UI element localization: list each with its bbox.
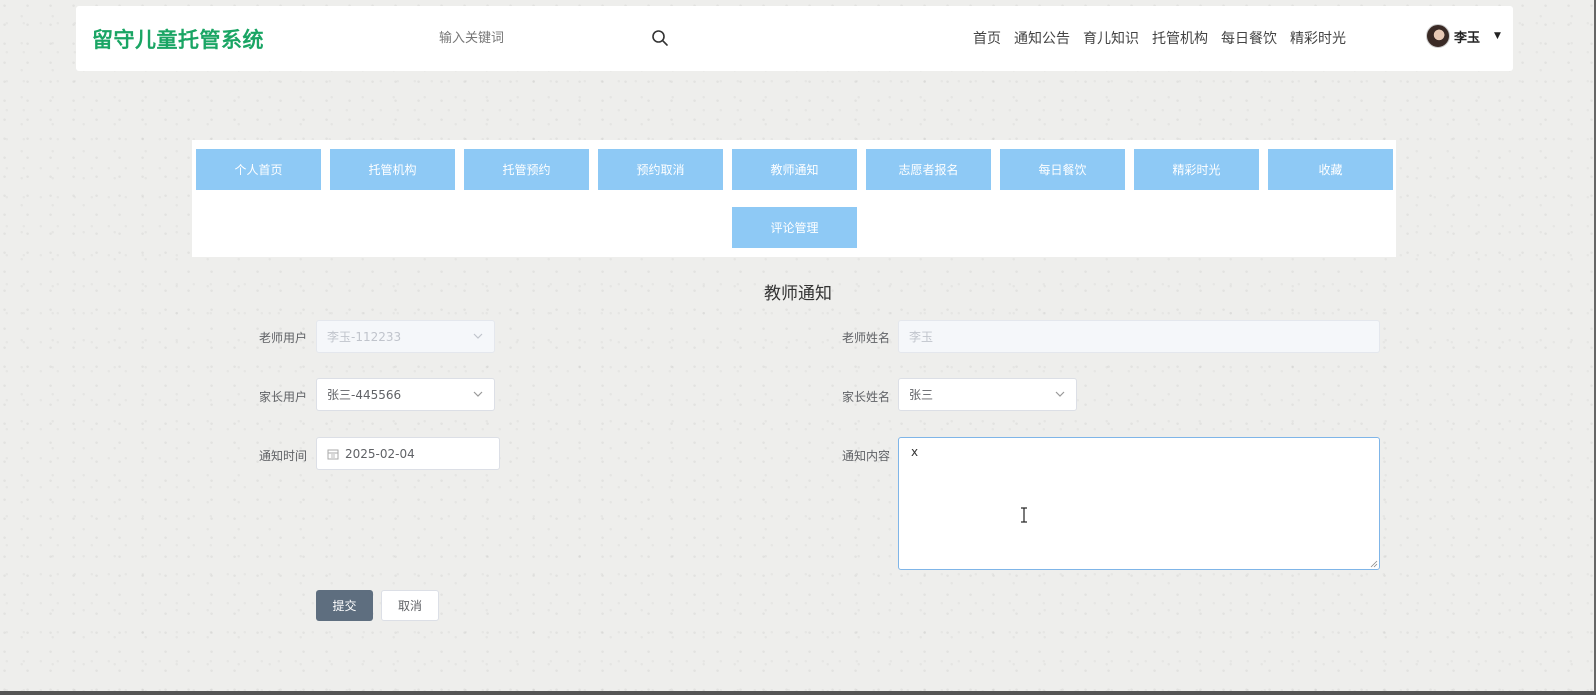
menu-childcare-institutions[interactable]: 托管机构 bbox=[330, 149, 455, 190]
user-menu[interactable]: 李玉 ▼ bbox=[1426, 24, 1501, 48]
text-cursor-icon bbox=[1021, 507, 1027, 523]
chevron-down-icon bbox=[473, 333, 483, 339]
chevron-down-icon[interactable] bbox=[1054, 388, 1066, 400]
notify-time-value: 2025-02-04 bbox=[345, 446, 415, 461]
nav-daily-meals[interactable]: 每日餐饮 bbox=[1221, 28, 1277, 48]
top-header: 留守儿童托管系统 首页 通知公告 育儿知识 托管机构 每日餐饮 精彩时光 李玉 … bbox=[76, 6, 1513, 71]
submit-button[interactable]: 提交 bbox=[316, 590, 373, 621]
teacher-user-value: 李玉-112233 bbox=[327, 330, 402, 344]
nav-highlights[interactable]: 精彩时光 bbox=[1290, 28, 1346, 48]
window-bottom-edge bbox=[0, 691, 1596, 695]
notify-content-textarea[interactable]: x bbox=[898, 437, 1380, 570]
notify-time-datepicker[interactable]: 2025-02-04 bbox=[316, 437, 500, 470]
user-center-menu: 个人首页 托管机构 托管预约 预约取消 教师通知 志愿者报名 每日餐饮 精彩时光… bbox=[192, 140, 1396, 257]
menu-personal-home[interactable]: 个人首页 bbox=[196, 149, 321, 190]
nav-home[interactable]: 首页 bbox=[973, 28, 1001, 48]
notify-content-label: 通知内容 bbox=[842, 449, 891, 463]
teacher-user-select: 李玉-112233 bbox=[316, 320, 495, 353]
menu-booking-cancel[interactable]: 预约取消 bbox=[598, 149, 723, 190]
search-box bbox=[439, 23, 669, 53]
chevron-down-icon[interactable] bbox=[472, 388, 484, 400]
main-nav: 首页 通知公告 育儿知识 托管机构 每日餐饮 精彩时光 bbox=[973, 28, 1346, 48]
parent-name-select[interactable]: 张三 bbox=[898, 378, 1077, 411]
parent-user-value: 张三-445566 bbox=[327, 388, 402, 402]
calendar-icon bbox=[327, 449, 339, 459]
menu-favorites[interactable]: 收藏 bbox=[1268, 149, 1393, 190]
cancel-button[interactable]: 取消 bbox=[381, 590, 439, 621]
menu-teacher-notice[interactable]: 教师通知 bbox=[732, 149, 857, 190]
form-title: 教师通知 bbox=[764, 284, 832, 304]
teacher-user-label: 老师用户 bbox=[259, 331, 308, 345]
menu-comment-management[interactable]: 评论管理 bbox=[732, 207, 857, 248]
avatar[interactable] bbox=[1426, 24, 1450, 48]
resize-handle-icon[interactable] bbox=[1370, 560, 1378, 568]
menu-childcare-booking[interactable]: 托管预约 bbox=[464, 149, 589, 190]
menu-daily-meals[interactable]: 每日餐饮 bbox=[1000, 149, 1125, 190]
menu-highlights[interactable]: 精彩时光 bbox=[1134, 149, 1259, 190]
caret-down-icon[interactable]: ▼ bbox=[1494, 31, 1501, 41]
search-input[interactable] bbox=[439, 23, 669, 53]
notify-time-label: 通知时间 bbox=[259, 449, 308, 463]
search-icon[interactable] bbox=[651, 29, 669, 47]
teacher-name-label: 老师姓名 bbox=[842, 331, 891, 345]
parent-name-label: 家长姓名 bbox=[842, 390, 891, 404]
parent-name-value: 张三 bbox=[909, 388, 934, 402]
menu-volunteer-signup[interactable]: 志愿者报名 bbox=[866, 149, 991, 190]
user-name[interactable]: 李玉 bbox=[1454, 27, 1480, 46]
parent-user-label: 家长用户 bbox=[259, 390, 308, 404]
nav-parenting-knowledge[interactable]: 育儿知识 bbox=[1083, 28, 1139, 48]
teacher-name-input: 李玉 bbox=[898, 320, 1380, 353]
notify-content-value: x bbox=[911, 445, 919, 459]
nav-announcements[interactable]: 通知公告 bbox=[1014, 28, 1070, 48]
site-logo[interactable]: 留守儿童托管系统 bbox=[92, 24, 264, 54]
teacher-name-value: 李玉 bbox=[909, 330, 934, 344]
parent-user-select[interactable]: 张三-445566 bbox=[316, 378, 495, 411]
nav-childcare-institutions[interactable]: 托管机构 bbox=[1152, 28, 1208, 48]
